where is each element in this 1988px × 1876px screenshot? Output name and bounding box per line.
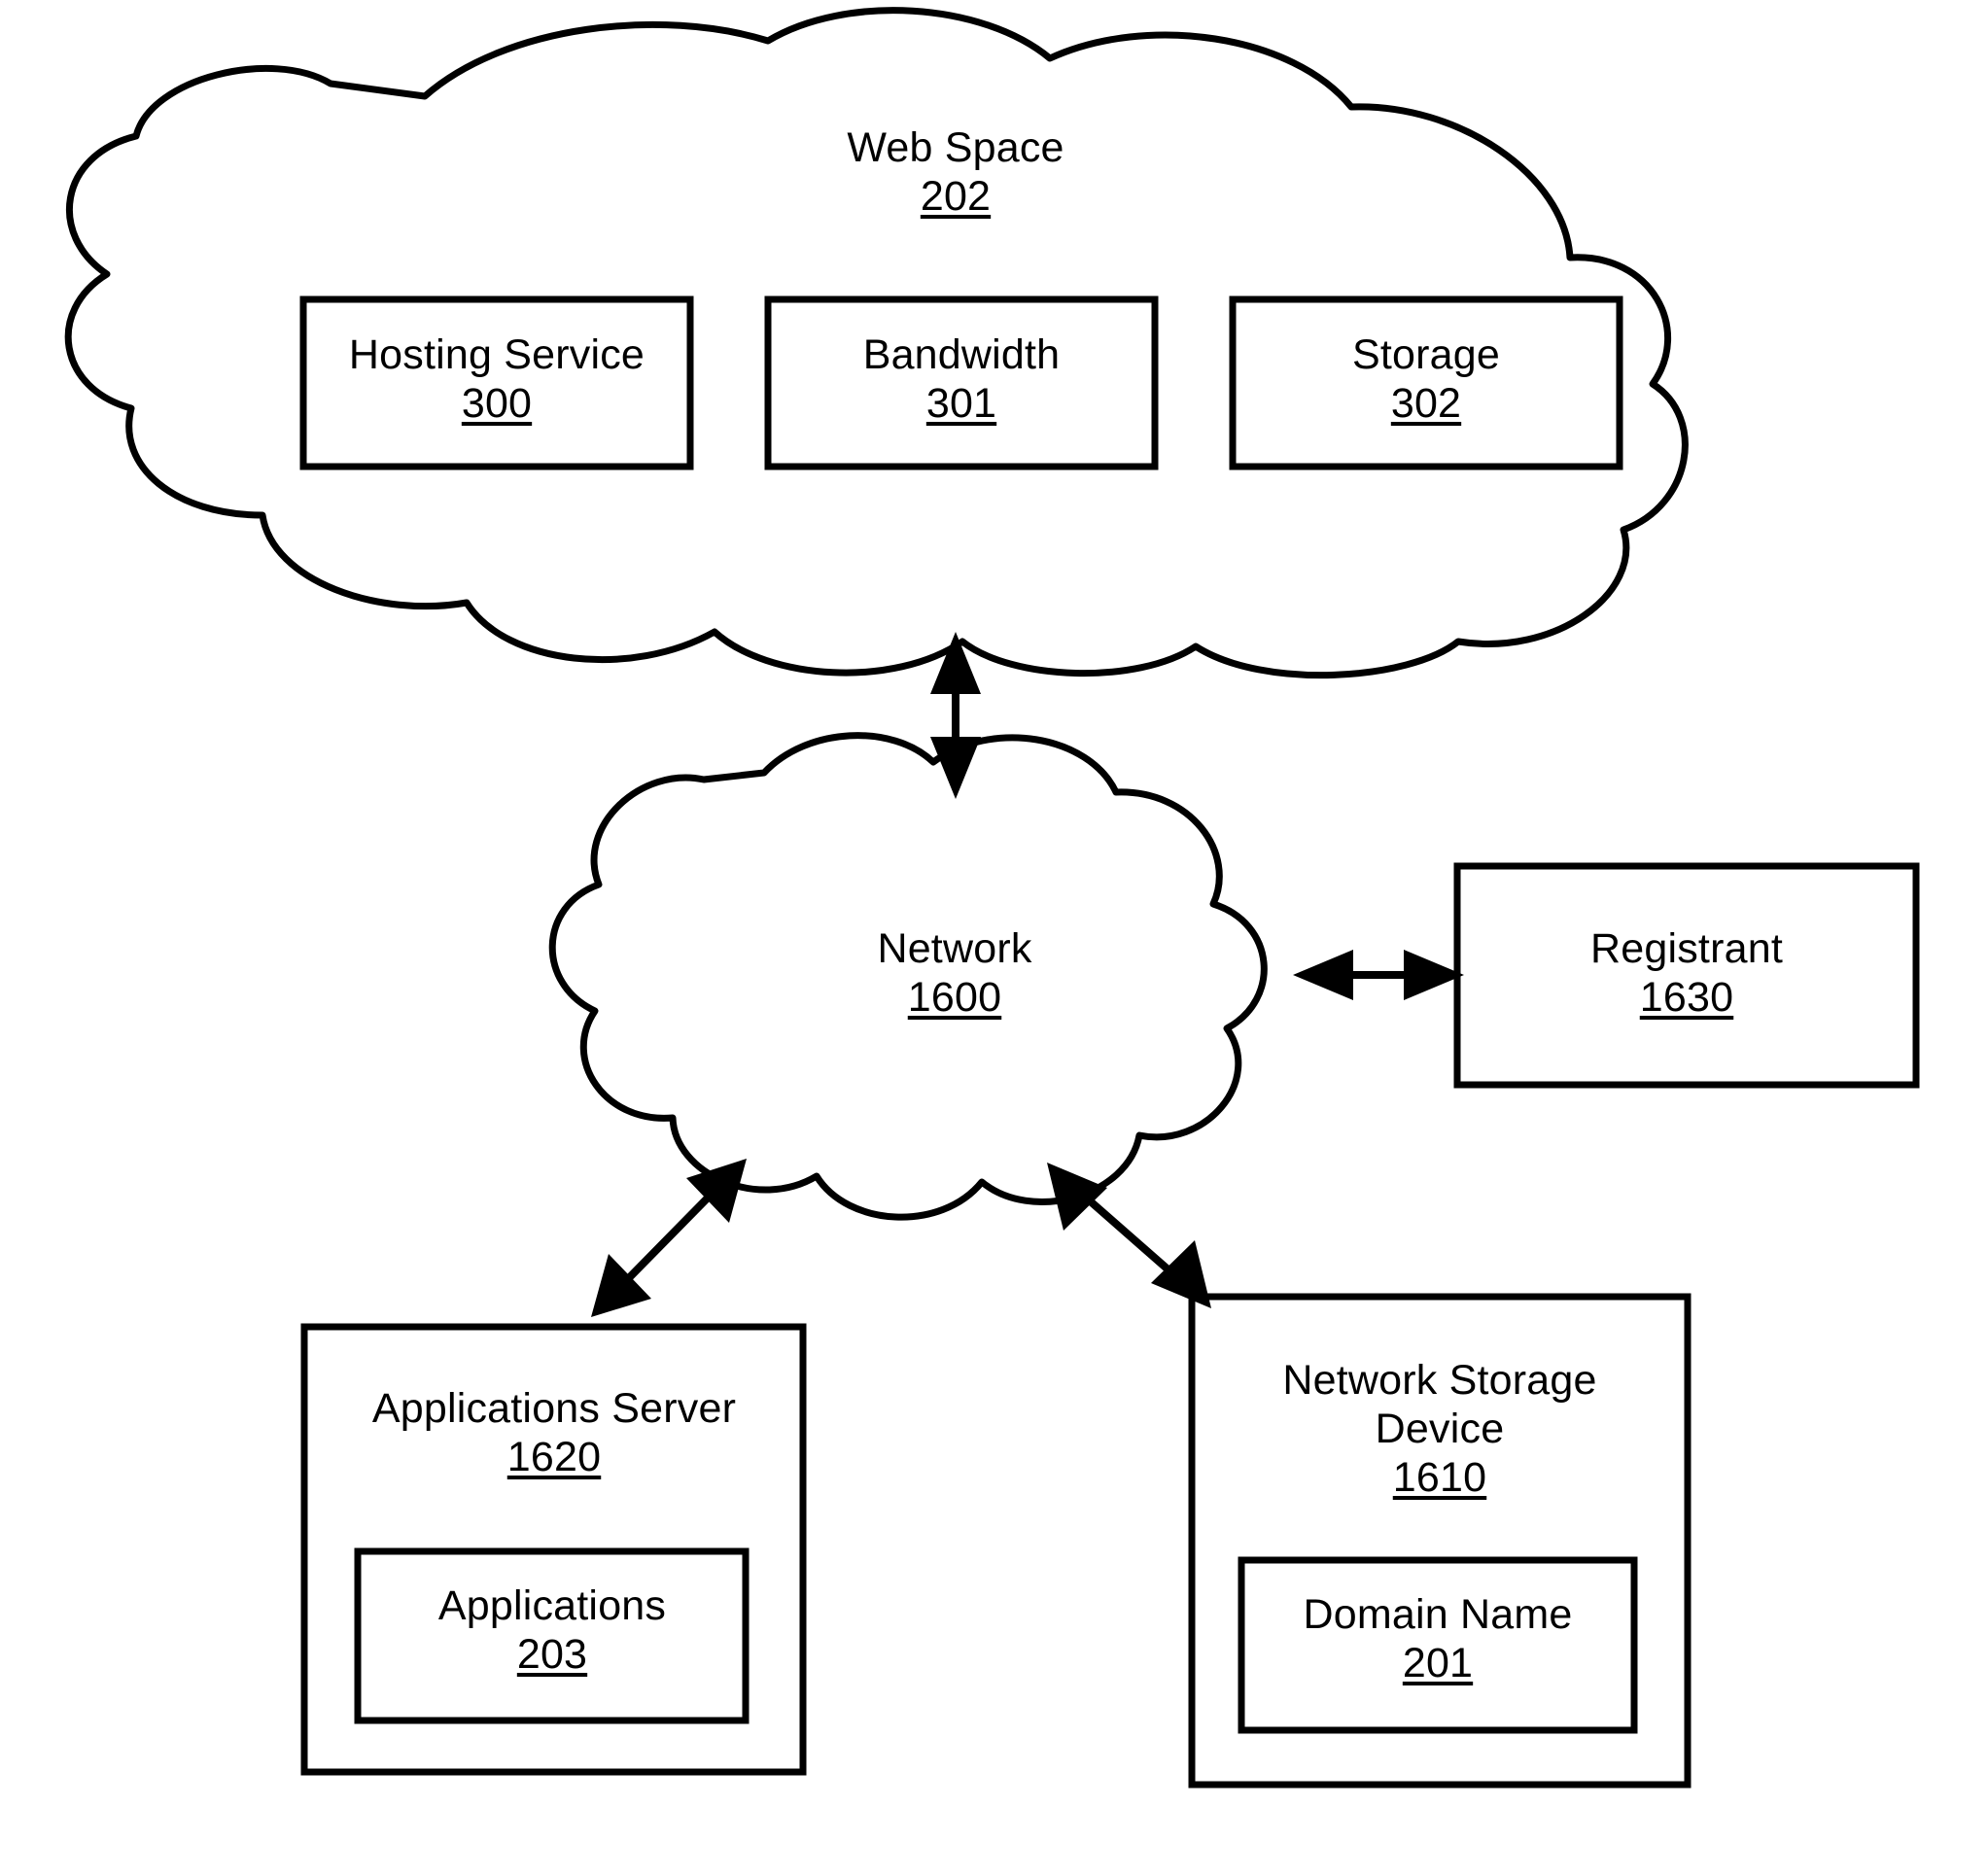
domain-name-ref: 201 xyxy=(1402,1639,1474,1686)
connector-network-applications-server xyxy=(591,1159,747,1317)
storage-label: Storage 302 xyxy=(1232,331,1621,429)
registrant-ref: 1630 xyxy=(1639,973,1734,1021)
web-space-label: Web Space 202 xyxy=(761,124,1150,222)
network-storage-device-label: Network Storage Device 1610 xyxy=(1245,1357,1634,1503)
applications-label: Applications 203 xyxy=(358,1582,747,1680)
patent-figure: Web Space 202 Hosting Service 300 Bandwi… xyxy=(0,0,1988,1876)
registrant-label: Registrant 1630 xyxy=(1492,925,1881,1023)
web-space-title: Web Space xyxy=(847,124,1064,171)
connector-network-registrant xyxy=(1293,950,1464,1000)
network-storage-device-ref: 1610 xyxy=(1392,1453,1487,1501)
applications-title: Applications xyxy=(437,1582,667,1629)
applications-ref: 203 xyxy=(516,1630,588,1678)
domain-name-label: Domain Name 201 xyxy=(1243,1591,1632,1688)
bandwidth-ref: 301 xyxy=(925,379,997,427)
hosting-service-ref: 300 xyxy=(461,379,533,427)
web-space-ref: 202 xyxy=(920,172,992,220)
network-label: Network 1600 xyxy=(760,925,1149,1023)
bandwidth-label: Bandwidth 301 xyxy=(767,331,1156,429)
domain-name-title: Domain Name xyxy=(1303,1591,1573,1638)
applications-server-label: Applications Server 1620 xyxy=(360,1385,749,1482)
storage-ref: 302 xyxy=(1390,379,1462,427)
connector-network-network-storage-device xyxy=(1047,1163,1211,1308)
storage-title: Storage xyxy=(1351,331,1500,378)
arrow-head-left xyxy=(1293,950,1353,1000)
hosting-service-title: Hosting Service xyxy=(348,331,645,378)
network-ref: 1600 xyxy=(907,973,1002,1021)
applications-server-title: Applications Server xyxy=(371,1385,737,1432)
bandwidth-title: Bandwidth xyxy=(862,331,1061,378)
network-storage-device-title-line2: Device xyxy=(1375,1405,1505,1452)
applications-server-ref: 1620 xyxy=(506,1433,602,1480)
registrant-title: Registrant xyxy=(1590,925,1783,972)
network-title: Network xyxy=(877,925,1032,972)
arrow-head-downright xyxy=(1151,1240,1211,1308)
hosting-service-label: Hosting Service 300 xyxy=(302,331,691,429)
network-storage-device-title-line1: Network Storage xyxy=(1282,1357,1597,1404)
